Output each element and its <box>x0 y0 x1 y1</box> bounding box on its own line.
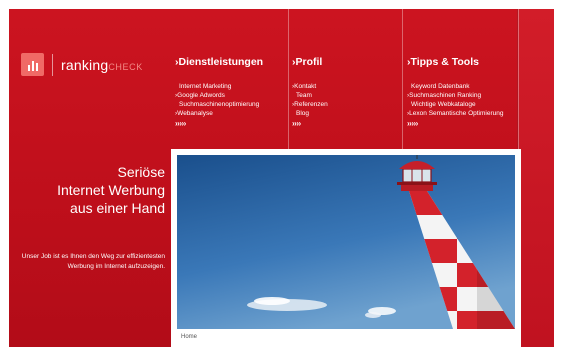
nav-divider <box>518 9 519 149</box>
nav-title-tipps-tools[interactable]: ›Tipps & Tools <box>407 56 503 68</box>
description-text: Unser Job ist es Ihnen den Weg zur effiz… <box>21 253 165 270</box>
tagline-line: Seriöse <box>117 164 165 180</box>
nav-item-suchmaschinenoptimierung[interactable]: Suchmaschinenoptimierung <box>175 100 263 109</box>
nav-item-blog[interactable]: Blog <box>292 109 328 118</box>
nav-item-team[interactable]: Team <box>292 91 328 100</box>
tagline: Seriöse Internet Werbung aus einer Hand <box>9 163 165 217</box>
nav-item-semantische-optimierung[interactable]: ›Lexon Semantische Optimierung <box>407 109 503 118</box>
nav-column-tipps-tools: ›Tipps & Tools Keyword Datenbank ›Suchma… <box>407 56 503 128</box>
nav-item-webkataloge[interactable]: Wichtige Webkataloge <box>407 100 503 109</box>
logo-text: rankingCHECK <box>61 57 143 73</box>
logo-name-main: ranking <box>61 56 109 73</box>
logo-separator <box>52 53 53 76</box>
hero-image-lighthouse <box>177 155 515 329</box>
tagline-line: aus einer Hand <box>70 200 165 216</box>
nav-item-internet-marketing[interactable]: Internet Marketing <box>175 82 263 91</box>
nav-column-dienstleistungen: ›Dienstleistungen Internet Marketing ›Go… <box>175 56 263 128</box>
breadcrumb[interactable]: Home <box>181 334 197 340</box>
nav-more-link[interactable]: ››››› <box>175 119 263 128</box>
nav-item-keyword-datenbank[interactable]: Keyword Datenbank <box>407 82 503 91</box>
nav-column-profil: ›Profil ›Kontakt Team ›Referenzen Blog ›… <box>292 56 328 128</box>
right-side-strip <box>517 9 554 347</box>
logo-name-accent: CHECK <box>108 61 143 72</box>
nav-item-google-adwords[interactable]: ›Google Adwords <box>175 91 263 100</box>
nav-items: ›Kontakt Team ›Referenzen Blog ›››› <box>292 82 328 128</box>
nav-items: Internet Marketing ›Google Adwords Suchm… <box>175 82 263 128</box>
nav-divider <box>402 9 403 149</box>
tagline-line: Internet Werbung <box>57 182 165 198</box>
nav-divider <box>288 9 289 149</box>
content-panel: Home <box>171 149 521 347</box>
nav-item-suchmaschinen-ranking[interactable]: ›Suchmaschinen Ranking <box>407 91 503 100</box>
nav-title-profil[interactable]: ›Profil <box>292 56 328 68</box>
page-frame: rankingCHECK ›Dienstleistungen Internet … <box>9 9 554 347</box>
nav-items: Keyword Datenbank ›Suchmaschinen Ranking… <box>407 82 503 128</box>
nav-title-dienstleistungen[interactable]: ›Dienstleistungen <box>175 56 263 68</box>
nav-item-kontakt[interactable]: ›Kontakt <box>292 82 328 91</box>
nav-item-webanalyse[interactable]: ›Webanalyse <box>175 109 263 118</box>
nav-item-referenzen[interactable]: ›Referenzen <box>292 100 328 109</box>
nav-more-link[interactable]: ››››› <box>407 119 503 128</box>
logo[interactable]: rankingCHECK <box>21 53 143 76</box>
bar-chart-icon <box>21 53 44 76</box>
nav-more-link[interactable]: ›››› <box>292 119 328 128</box>
